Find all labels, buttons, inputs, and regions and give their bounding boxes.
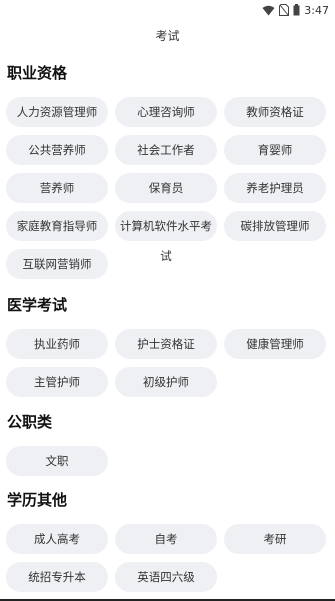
status-bar: 3:47 (0, 0, 335, 20)
section-civil-service: 公职类 文职 (0, 411, 335, 476)
chip-grid: 人力资源管理师 心理咨询师 教师资格证 公共营养师 社会工作者 育婴师 营养师 … (0, 97, 335, 279)
section-title: 公职类 (7, 413, 53, 431)
page-title: 考试 (155, 29, 180, 43)
exam-chip[interactable]: 营养师 (6, 173, 108, 203)
exam-chip[interactable]: 初级护师 (115, 367, 217, 397)
chip-grid: 文职 (0, 446, 335, 476)
exam-chip[interactable]: 教师资格证 (224, 97, 326, 127)
exam-chip[interactable]: 计算机软件水平考试 (115, 211, 217, 263)
exam-chip[interactable]: 家庭教育指导师 (6, 211, 108, 241)
status-time: 3:47 (304, 3, 329, 17)
exam-chip[interactable]: 执业药师 (6, 329, 108, 359)
exam-chip[interactable]: 育婴师 (224, 135, 326, 165)
chip-grid: 执业药师 护士资格证 健康管理师 主管护师 初级护师 (0, 329, 335, 397)
exam-chip[interactable]: 保育员 (115, 173, 217, 203)
exam-chip[interactable]: 互联网营销师 (6, 249, 108, 279)
exam-chip[interactable]: 健康管理师 (224, 329, 326, 359)
exam-chip[interactable]: 心理咨询师 (115, 97, 217, 127)
exam-chip[interactable]: 人力资源管理师 (6, 97, 108, 127)
exam-chip[interactable]: 养老护理员 (224, 173, 326, 203)
exam-chip[interactable]: 英语四六级 (115, 562, 217, 592)
section-education-other: 学历其他 成人高考 自考 考研 统招专升本 英语四六级 (0, 489, 335, 592)
battery-icon (293, 4, 300, 16)
exam-chip[interactable]: 文职 (6, 446, 108, 476)
section-title: 医学考试 (7, 296, 68, 314)
exam-chip[interactable]: 统招专升本 (6, 562, 108, 592)
exam-chip[interactable]: 碳排放管理师 (224, 211, 326, 241)
exam-chip[interactable]: 护士资格证 (115, 329, 217, 359)
exam-chip[interactable]: 自考 (115, 524, 217, 554)
section-title: 学历其他 (7, 491, 68, 509)
wifi-icon (262, 5, 275, 16)
section-medical-exam: 医学考试 执业药师 护士资格证 健康管理师 主管护师 初级护师 (0, 294, 335, 397)
exam-chip[interactable]: 考研 (224, 524, 326, 554)
exam-chip[interactable]: 公共营养师 (6, 135, 108, 165)
no-sim-icon (279, 4, 290, 16)
exam-chip[interactable]: 社会工作者 (115, 135, 217, 165)
exam-chip[interactable]: 主管护师 (6, 367, 108, 397)
chip-grid: 成人高考 自考 考研 统招专升本 英语四六级 (0, 524, 335, 592)
section-career-qualification: 职业资格 人力资源管理师 心理咨询师 教师资格证 公共营养师 社会工作者 育婴师… (0, 62, 335, 279)
exam-chip[interactable]: 成人高考 (6, 524, 108, 554)
section-title: 职业资格 (7, 64, 68, 82)
